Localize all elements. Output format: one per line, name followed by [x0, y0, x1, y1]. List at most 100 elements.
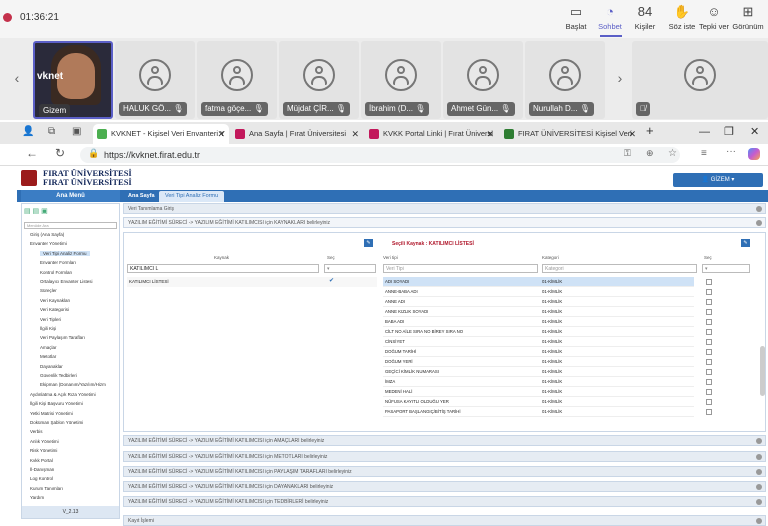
favorites-icon[interactable]: ≡	[701, 148, 707, 159]
section-header[interactable]: Veri Tanımlama Giriş	[123, 203, 766, 214]
table-row[interactable]: ANNE KIZLIK SOYADI 01-KİMLİK	[383, 307, 694, 317]
restore-icon[interactable]: ❐	[724, 122, 734, 142]
subsection-header[interactable]: YAZILIM EĞİTİMİ SÜRECİ -> YAZILIM EĞİTİM…	[123, 217, 766, 228]
table-row[interactable]: GEÇİCİ KİMLİK NUMARASI 01-KİMLİK	[383, 367, 694, 377]
table-row[interactable]: ANNE ADI 01-KİMLİK	[383, 297, 694, 307]
close-tab-icon[interactable]: ✕	[486, 124, 494, 144]
favorite-star-icon[interactable]: ☆	[668, 148, 677, 159]
copilot-icon[interactable]	[748, 148, 760, 160]
select2-filter-dropdown[interactable]: ▾	[702, 264, 750, 273]
table-row[interactable]: İMZA 01-KİMLİK	[383, 377, 694, 387]
sidebar-item[interactable]: Yardım	[30, 495, 44, 500]
toolbar-button-people[interactable]: 84 Kişiler	[625, 4, 665, 36]
row-checkbox[interactable]	[706, 299, 712, 305]
close-icon[interactable]: ✕	[750, 122, 759, 142]
toolbar-button-chat[interactable]: ◔ Sohbet	[590, 4, 630, 36]
profile-icon[interactable]: 👤	[22, 126, 34, 137]
table-row[interactable]: NÜFUSA KAYITLI OLDUĞU YER 01-KİMLİK	[383, 397, 694, 407]
participant-tile[interactable]: vknet Gizem	[33, 41, 113, 119]
sidebar-item[interactable]: Log Kontrol	[30, 476, 53, 481]
sidebar-item[interactable]: Dayanaklar	[40, 364, 63, 369]
sidebar-item[interactable]: Veri Paylaşım Tarafları	[40, 335, 85, 340]
table-row[interactable]: CİNSİYET 01-KİMLİK	[383, 337, 694, 347]
sidebar-item[interactable]: Veri Tipi Analiz Formu	[40, 250, 90, 256]
table-row[interactable]: BABA ADI 01-KİMLİK	[383, 317, 694, 327]
browser-tab[interactable]: FIRAT ÜNİVERSİTESİ Kişisel Veri ✕	[500, 124, 640, 144]
check-icon[interactable]: ✔	[329, 277, 334, 284]
participant-tile-overflow[interactable]: 🎙̸	[632, 41, 768, 119]
source-row[interactable]: KATILIMCI LİSTESİ	[127, 277, 377, 287]
toolbar-button-view[interactable]: ⊞ Görünüm	[728, 4, 768, 36]
sidebar-item[interactable]: Veri Tipleri	[40, 317, 61, 322]
sidebar-item[interactable]: Giriş (Ana Sayfa)	[30, 232, 64, 237]
sidebar-item[interactable]: Güvenlik Tedbirleri	[40, 373, 77, 378]
sidebar-item[interactable]: Süreçler	[40, 288, 57, 293]
sidebar-item[interactable]: Ortalayıcı Envanter Listesi	[40, 279, 93, 284]
url-field[interactable]: https://kvknet.firat.edu.tr	[80, 147, 680, 163]
tab-actions-icon[interactable]: ▣	[72, 126, 81, 137]
row-checkbox[interactable]	[706, 339, 712, 345]
sidebar-item[interactable]: Risk Yönetimi	[30, 448, 57, 453]
password-key-icon[interactable]: ⚿	[624, 148, 631, 159]
tab-home[interactable]: Ana Sayfa	[123, 191, 160, 202]
sidebar-item[interactable]: İlgili Kişi	[40, 326, 56, 331]
more-icon[interactable]: ···	[726, 146, 736, 157]
category-filter-input[interactable]: Kategori	[542, 264, 697, 273]
reload-icon[interactable]: ↻	[55, 146, 65, 160]
edit-icon[interactable]: ✎	[741, 239, 750, 247]
sidebar-item[interactable]: Aydınlatma & Açık Rıza Yönetimi	[30, 392, 96, 397]
expand-icon[interactable]	[756, 469, 762, 475]
row-checkbox[interactable]	[706, 349, 712, 355]
close-tab-icon[interactable]: ✕	[351, 124, 359, 144]
table-row[interactable]: CİLT NO AİLE SIRA NO BİREY SIRA NO 01-KİM…	[383, 327, 694, 337]
chevron-right-icon[interactable]: ›	[613, 66, 627, 90]
sidebar-item[interactable]: Yetki Matrisi Yönetimi	[30, 411, 73, 416]
table-row[interactable]: ANNE-BABA ADI 01-KİMLİK	[383, 287, 694, 297]
edit-icon[interactable]: ✎	[364, 239, 373, 247]
select-filter-dropdown[interactable]: ▾	[324, 264, 376, 273]
sidebar-item[interactable]: Kontrol Formları	[40, 270, 72, 275]
sidebar-item[interactable]: İl-Danışman	[30, 467, 54, 472]
sidebar-item[interactable]: Amaçlar	[40, 345, 57, 350]
chevron-left-icon[interactable]: ‹	[10, 66, 24, 90]
row-checkbox[interactable]	[706, 389, 712, 395]
tree-expand-icon[interactable]: ▤ ▤ ▣	[24, 207, 48, 215]
row-checkbox[interactable]	[706, 409, 712, 415]
back-icon[interactable]: ←	[26, 146, 38, 160]
row-checkbox[interactable]	[706, 279, 712, 285]
expand-icon[interactable]	[756, 499, 762, 505]
participant-tile[interactable]: Ahmet Gün... 🎙	[443, 41, 523, 119]
collapsible-panel[interactable]: YAZILIM EĞİTİMİ SÜRECİ -> YAZILIM EĞİTİM…	[123, 496, 766, 507]
minimize-icon[interactable]: —	[699, 122, 710, 142]
table-row[interactable]: PASAPORT BAŞLANGIÇ/BİTİŞ TARİHİ 01-KİMLİK	[383, 407, 694, 417]
browser-tab[interactable]: Ana Sayfa | Fırat Üniversitesi ✕	[231, 124, 363, 144]
close-tab-icon[interactable]: ✕	[628, 124, 636, 144]
browser-tab[interactable]: KVKK Portal Linki | Fırat Üniversi ✕	[365, 124, 498, 144]
participant-tile[interactable]: HALUK GÖ... 🎙	[115, 41, 195, 119]
row-checkbox[interactable]	[706, 399, 712, 405]
table-row[interactable]: DOĞUM YERİ 01-KİMLİK	[383, 357, 694, 367]
new-tab-button[interactable]: +	[646, 123, 654, 138]
sidebar-item[interactable]: Envanter Formları	[40, 260, 76, 265]
sidebar-item[interactable]: Anlık Yönetimi	[30, 439, 59, 444]
row-checkbox[interactable]	[706, 379, 712, 385]
collapsible-panel[interactable]: YAZILIM EĞİTİMİ SÜRECİ -> YAZILIM EĞİTİM…	[123, 435, 766, 446]
collapse-icon[interactable]	[756, 220, 762, 226]
expand-icon[interactable]	[756, 454, 762, 460]
user-menu-button[interactable]: 👤 GİZEM ▾	[673, 173, 763, 187]
data-type-filter-input[interactable]: Veri Tipi	[383, 264, 538, 273]
row-checkbox[interactable]	[706, 369, 712, 375]
tab-data-type-analysis[interactable]: Veri Tipi Analiz Formu	[159, 191, 225, 202]
sidebar-item[interactable]: Doküman Şablon Yönetimi	[30, 420, 83, 425]
row-checkbox[interactable]	[706, 309, 712, 315]
sidebar-item[interactable]: İlgili Kişi Başvuru Yönetimi	[30, 401, 83, 406]
scrollbar[interactable]	[760, 346, 765, 396]
participant-tile[interactable]: Müjdat ÇİR... 🎙	[279, 41, 359, 119]
collapsible-panel[interactable]: YAZILIM EĞİTİMİ SÜRECİ -> YAZILIM EĞİTİM…	[123, 466, 766, 477]
collapsible-panel[interactable]: YAZILIM EĞİTİMİ SÜRECİ -> YAZILIM EĞİTİM…	[123, 481, 766, 492]
sidebar-item[interactable]: Metotlar	[40, 354, 56, 359]
collapse-icon[interactable]	[756, 206, 762, 212]
zoom-icon[interactable]: ⊕	[646, 148, 654, 159]
close-tab-icon[interactable]: ✕	[217, 124, 225, 144]
sidebar-item[interactable]: Verbis	[30, 429, 43, 434]
